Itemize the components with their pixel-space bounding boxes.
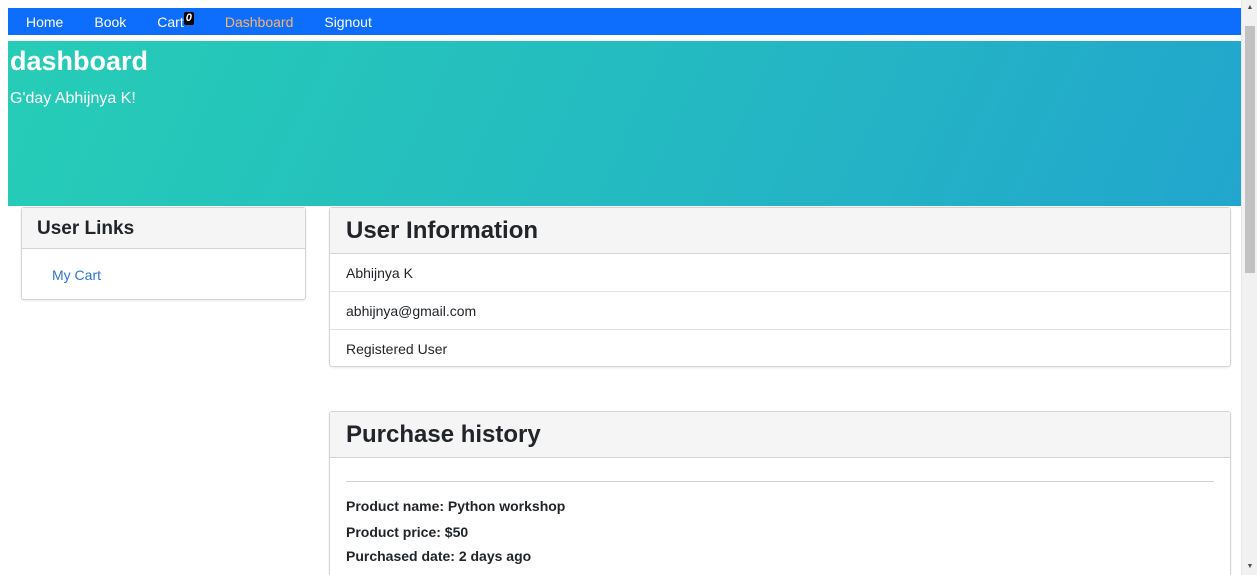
dashboard-hero: dashboard G'day Abhijnya K! [8, 41, 1241, 206]
greeting-text: G'day Abhijnya K! [10, 90, 136, 107]
nav-dashboard-link[interactable]: Dashboard [225, 12, 294, 32]
user-role-row: Registered User [346, 341, 448, 357]
user-links-card: User Links My Cart [21, 207, 306, 300]
nav-cart-label: Cart [157, 13, 184, 30]
nav-cart-link[interactable]: Cart 0 [157, 11, 194, 32]
purchase-date: Purchased date: 2 days ago [346, 548, 532, 564]
user-name-row: Abhijnya K [330, 254, 1230, 292]
user-information-card: User Information Abhijnya K abhijnya@gma… [329, 207, 1231, 367]
user-information-title: User Information [330, 208, 1230, 254]
purchase-product-name: Product name: Python workshop [346, 498, 566, 514]
purchase-history-title: Purchase history [330, 412, 1230, 458]
nav-book-link[interactable]: Book [94, 12, 126, 32]
cart-count-badge: 0 [183, 11, 194, 25]
triangle-up-icon[interactable]: ▲ [1242, 0, 1257, 16]
purchase-history-card: Purchase history Product name: Python wo… [329, 411, 1231, 575]
purchase-product-price: Product price: $50 [346, 524, 469, 540]
top-navbar: Home Book Cart 0 Dashboard Signout [8, 8, 1241, 35]
my-cart-link[interactable]: My Cart [52, 267, 101, 283]
page-title: dashboard [10, 46, 149, 76]
triangle-down-icon[interactable]: ▼ [1242, 559, 1257, 575]
user-links-title: User Links [22, 208, 305, 249]
user-email-row: abhijnya@gmail.com [330, 292, 1230, 330]
page: Home Book Cart 0 Dashboard Signout dashbo… [0, 0, 1257, 575]
vertical-scrollbar[interactable]: ▲ ▼ [1241, 0, 1257, 575]
nav-signout-link[interactable]: Signout [324, 12, 371, 32]
purchase-divider [346, 481, 1214, 482]
scrollbar-thumb[interactable] [1245, 26, 1255, 273]
nav-home-link[interactable]: Home [26, 12, 63, 32]
